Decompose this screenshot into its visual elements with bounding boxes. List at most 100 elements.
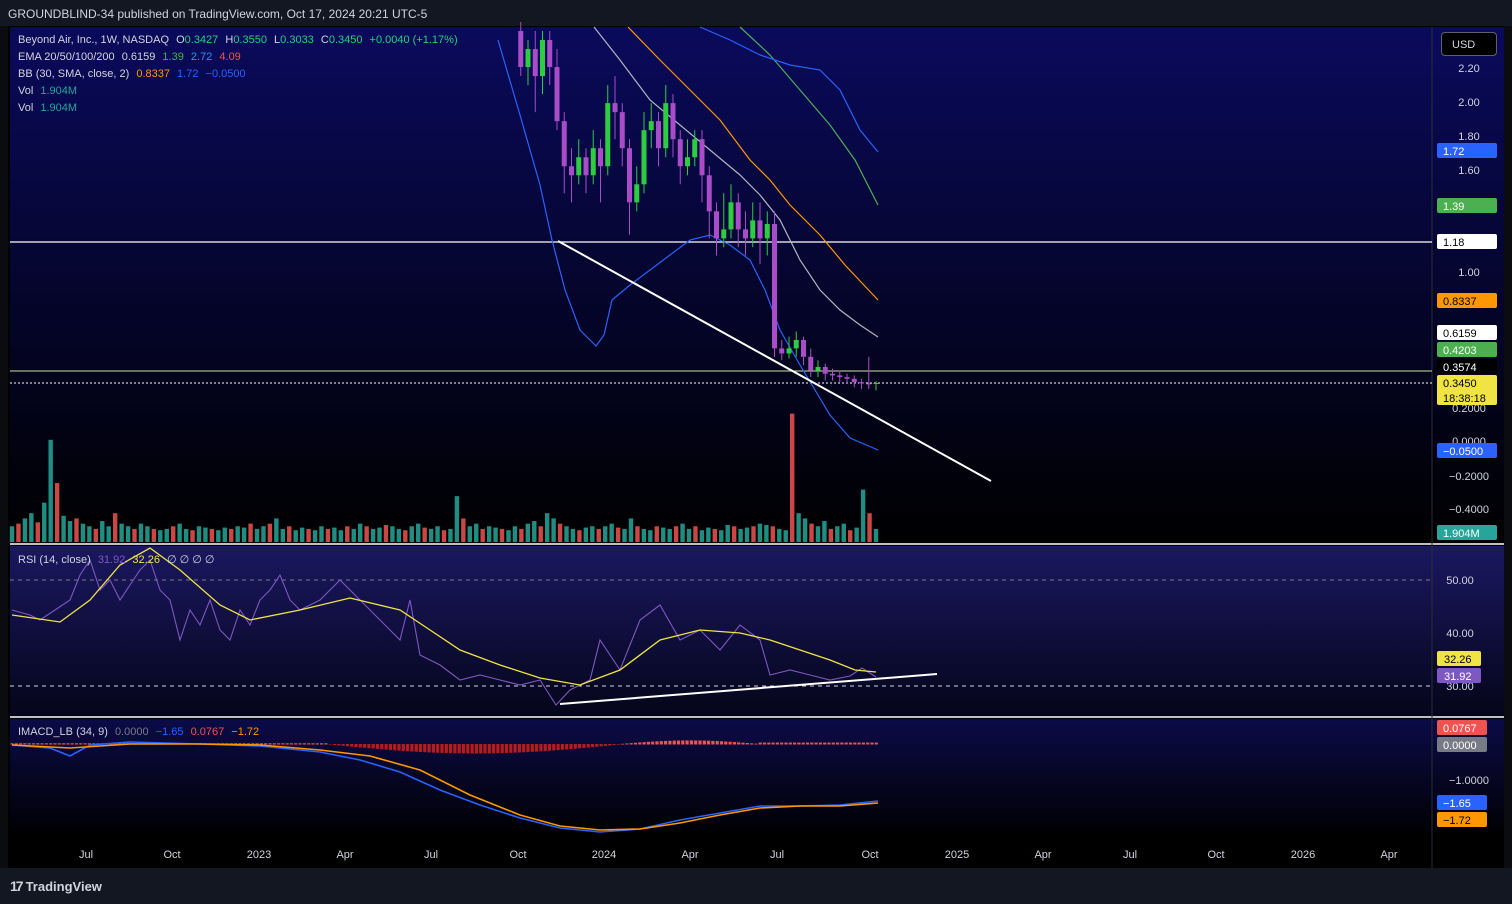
macd-histogram-bar[interactable]	[762, 742, 767, 745]
macd-histogram-bar[interactable]	[590, 744, 595, 748]
macd-histogram-bar[interactable]	[380, 744, 384, 750]
volume-bar[interactable]	[29, 513, 34, 542]
volume-bar[interactable]	[738, 528, 743, 542]
macd-histogram-bar[interactable]	[874, 742, 878, 745]
macd-histogram-bar[interactable]	[608, 744, 612, 746]
volume-bar[interactable]	[222, 527, 227, 542]
macd-histogram-bar[interactable]	[586, 744, 590, 748]
macd-histogram-bar[interactable]	[805, 742, 810, 745]
volume-bar[interactable]	[448, 528, 453, 542]
volume-bar[interactable]	[860, 489, 866, 542]
volume-bar[interactable]	[441, 530, 447, 542]
volume-bar[interactable]	[764, 524, 769, 542]
macd-histogram-bar[interactable]	[595, 744, 599, 747]
volume-bar[interactable]	[9, 526, 15, 542]
volume-bar[interactable]	[177, 523, 182, 542]
macd-histogram-bar[interactable]	[474, 744, 478, 754]
macd-histogram-bar[interactable]	[350, 744, 354, 747]
volume-bar[interactable]	[519, 528, 524, 542]
volume-bar[interactable]	[42, 502, 47, 542]
macd-histogram-bar[interactable]	[741, 742, 745, 745]
volume-bar[interactable]	[125, 526, 131, 542]
volume-bar[interactable]	[74, 518, 79, 542]
macd-histogram-bar[interactable]	[788, 742, 792, 745]
macd-histogram-bar[interactable]	[388, 744, 392, 750]
macd-histogram-bar[interactable]	[513, 744, 517, 753]
volume-bar[interactable]	[35, 522, 40, 542]
macd-histogram-bar[interactable]	[504, 744, 509, 753]
macd-histogram-bar[interactable]	[517, 744, 521, 753]
candle-body[interactable]	[793, 339, 799, 349]
volume-bar[interactable]	[280, 528, 286, 542]
macd-histogram-bar[interactable]	[53, 743, 57, 745]
macd-histogram-bar[interactable]	[818, 742, 822, 745]
volume-bar[interactable]	[61, 515, 66, 542]
candle-body[interactable]	[677, 139, 683, 167]
macd-histogram-bar[interactable]	[848, 742, 853, 745]
macd-histogram-bar[interactable]	[573, 744, 577, 749]
macd-histogram-bar[interactable]	[775, 742, 779, 745]
macd-histogram-bar[interactable]	[27, 743, 31, 745]
volume-bar[interactable]	[319, 526, 324, 542]
macd-histogram-bar[interactable]	[668, 740, 672, 745]
macd-histogram-bar[interactable]	[70, 743, 74, 745]
macd-histogram-bar[interactable]	[466, 744, 470, 754]
candle-body[interactable]	[815, 366, 821, 371]
volume-bar[interactable]	[751, 526, 756, 542]
volume-bar[interactable]	[403, 530, 408, 542]
bb-legend[interactable]: BB (30, SMA, close, 2) 0.8337 1.72 −0.05…	[18, 68, 250, 80]
macd-histogram-bar[interactable]	[298, 743, 302, 745]
candle-body[interactable]	[605, 103, 611, 167]
macd-histogram-bar[interactable]	[23, 743, 27, 745]
volume-bar[interactable]	[229, 528, 234, 542]
volume-bar[interactable]	[719, 530, 724, 542]
macd-histogram-bar[interactable]	[332, 744, 337, 745]
candle-body[interactable]	[612, 103, 618, 113]
chart-canvas[interactable]: 2.202.001.801.601.000.20000.0000−0.2000−…	[0, 0, 1512, 904]
volume-bar[interactable]	[706, 527, 711, 542]
volume-bar[interactable]	[815, 526, 821, 542]
volume-bar[interactable]	[564, 526, 569, 542]
candle-body[interactable]	[837, 375, 843, 378]
macd-histogram-bar[interactable]	[560, 744, 564, 750]
macd-histogram-bar[interactable]	[345, 744, 349, 747]
macd-histogram-bar[interactable]	[324, 743, 328, 745]
volume-bar[interactable]	[809, 523, 814, 542]
volume-bar[interactable]	[680, 523, 685, 542]
volume-bar[interactable]	[396, 528, 402, 542]
candle-body[interactable]	[641, 130, 647, 185]
macd-histogram-bar[interactable]	[410, 744, 414, 752]
vol-legend[interactable]: Vol 1.904M	[18, 85, 81, 97]
volume-bar[interactable]	[744, 527, 750, 542]
macd-histogram-bar[interactable]	[423, 744, 427, 753]
rsi-pane-bg[interactable]	[10, 546, 1504, 716]
volume-bar[interactable]	[622, 528, 627, 542]
volume-bar[interactable]	[493, 527, 498, 542]
macd-histogram-bar[interactable]	[552, 744, 556, 751]
macd-histogram-bar[interactable]	[543, 744, 547, 752]
volume-bar[interactable]	[873, 528, 879, 542]
volume-bar[interactable]	[835, 526, 840, 542]
macd-histogram-bar[interactable]	[642, 742, 646, 745]
volume-bar[interactable]	[145, 526, 150, 542]
volume-bar[interactable]	[435, 526, 440, 542]
macd-histogram-bar[interactable]	[483, 744, 487, 754]
macd-histogram-bar[interactable]	[500, 744, 504, 754]
macd-histogram-bar[interactable]	[621, 743, 625, 745]
candle-body[interactable]	[525, 49, 531, 68]
macd-histogram-bar[interactable]	[728, 741, 732, 745]
macd-histogram-bar[interactable]	[853, 742, 857, 745]
macd-histogram-bar[interactable]	[315, 743, 319, 745]
macd-histogram-bar[interactable]	[285, 743, 289, 745]
volume-bar[interactable]	[867, 513, 872, 542]
macd-histogram-bar[interactable]	[750, 743, 754, 745]
macd-histogram-bar[interactable]	[436, 744, 440, 753]
volume-bar[interactable]	[454, 496, 460, 542]
volume-bar[interactable]	[196, 526, 202, 542]
volume-bar[interactable]	[783, 530, 788, 542]
volume-bar[interactable]	[654, 526, 659, 542]
candle-body[interactable]	[735, 202, 741, 230]
macd-histogram-bar[interactable]	[625, 743, 629, 745]
macd-histogram-bar[interactable]	[492, 744, 496, 754]
volume-bar[interactable]	[299, 527, 305, 542]
